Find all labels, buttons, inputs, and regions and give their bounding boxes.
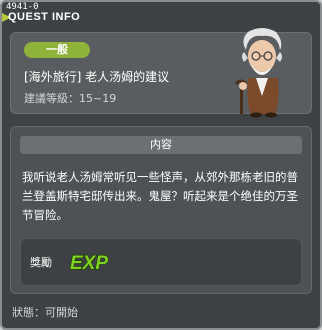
quest-status: 狀態：可開始 — [12, 306, 78, 319]
category-badge: 一般 — [24, 42, 90, 58]
content-text: 我听说老人汤姆常听见一些怪声，从郊外那栋老旧的普兰登盖斯特宅邸传出来。鬼屋？听起… — [22, 170, 298, 222]
recommended-level: 建議等級：15~19 — [24, 92, 117, 105]
npc-portrait-icon — [234, 28, 282, 118]
content-panel: 内容 我听说老人汤姆常听见一些怪声，从郊外那栋老旧的普兰登盖斯特宅邸传出来。鬼屋… — [10, 126, 312, 294]
quest-header: 一般 [海外旅行] 老人汤姆的建议 建議等級：15~19 — [10, 28, 312, 118]
quest-info-window: 4941-0 QUEST INFO 一般 [海外旅行] 老人汤姆的建议 建議等級… — [0, 0, 322, 330]
content-title: 内容 — [20, 136, 302, 154]
quest-name: [海外旅行] 老人汤姆的建议 — [24, 70, 170, 84]
exp-icon: EXP — [69, 252, 109, 274]
window-title: QUEST INFO — [8, 11, 81, 23]
reward-label: 獎勵 — [30, 256, 52, 269]
exp-text: EXP — [70, 253, 108, 274]
reward-panel: 獎勵 EXP — [20, 238, 302, 286]
